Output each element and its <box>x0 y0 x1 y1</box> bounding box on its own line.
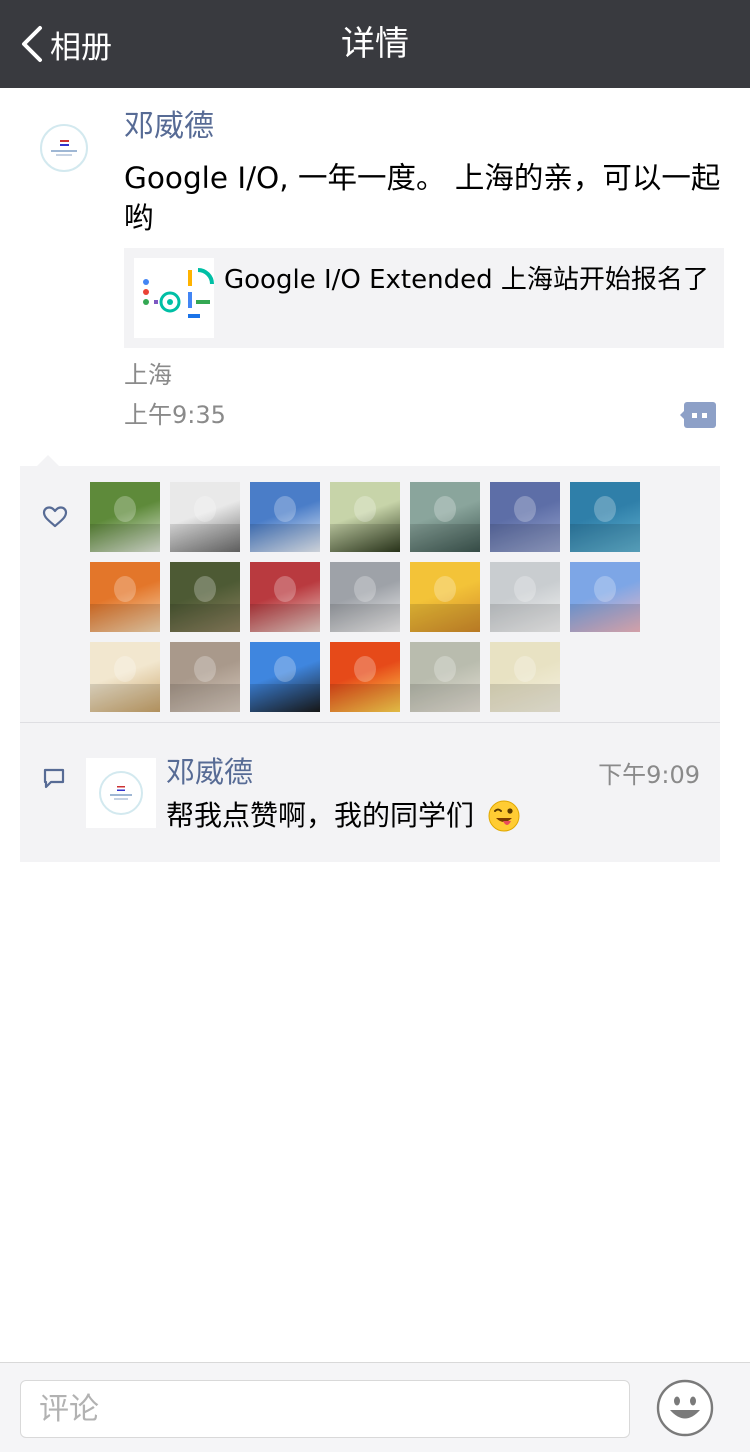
avatar-figure <box>434 576 456 602</box>
liker-avatar[interactable] <box>410 562 480 632</box>
liker-avatar[interactable] <box>90 562 160 632</box>
navigation-bar: 相册 详情 <box>0 0 750 88</box>
liker-avatar[interactable] <box>250 642 320 712</box>
avatar-figure <box>194 496 216 522</box>
liker-avatar[interactable] <box>490 642 560 712</box>
avatar-shade <box>90 524 160 552</box>
liker-avatar[interactable] <box>250 562 320 632</box>
avatar-figure <box>274 656 296 682</box>
avatar-shade <box>170 524 240 552</box>
post-author-avatar[interactable] <box>40 124 88 172</box>
avatar-figure <box>354 576 376 602</box>
liker-avatar[interactable] <box>570 562 640 632</box>
flag-icon <box>59 139 69 146</box>
post-text: Google I/O, 一年一度。 上海的亲，可以一起哟 <box>124 161 721 235</box>
liker-avatar[interactable] <box>170 482 240 552</box>
avatar-shade <box>330 524 400 552</box>
liker-avatar[interactable] <box>330 482 400 552</box>
avatar-shade <box>170 684 240 712</box>
liker-avatar[interactable] <box>410 482 480 552</box>
avatar-shade <box>490 524 560 552</box>
avatar-figure <box>354 656 376 682</box>
heart-outline-icon <box>42 506 68 528</box>
avatar-shade <box>250 684 320 712</box>
link-thumbnail <box>134 258 214 338</box>
likes-avatar-grid <box>90 482 650 712</box>
avatar-shade <box>410 684 480 712</box>
wink-tongue-emoji-icon <box>488 800 520 832</box>
avatar-shade <box>410 524 480 552</box>
liker-avatar[interactable] <box>410 642 480 712</box>
avatar-shade <box>410 604 480 632</box>
avatar-shade <box>570 524 640 552</box>
avatar-figure <box>354 496 376 522</box>
avatar-figure <box>434 656 456 682</box>
comment-input-bar <box>0 1362 750 1452</box>
comment-text[interactable]: 帮我点赞啊，我的同学们 <box>166 796 520 836</box>
liker-avatar[interactable] <box>250 482 320 552</box>
avatar-logo-line <box>114 797 128 800</box>
liker-avatar[interactable] <box>330 562 400 632</box>
avatar-shade <box>570 604 640 632</box>
more-actions-button[interactable] <box>680 402 716 428</box>
comment-bubble-icon <box>43 768 65 789</box>
post-author-name[interactable]: 邓威德 <box>124 106 214 148</box>
liker-avatar[interactable] <box>330 642 400 712</box>
avatar-figure <box>434 496 456 522</box>
liker-avatar[interactable] <box>490 562 560 632</box>
comment-body: 帮我点赞啊，我的同学们 <box>166 799 475 832</box>
link-title: Google I/O Extended 上海站开始报名了 <box>224 265 709 295</box>
avatar-shade <box>170 604 240 632</box>
comment-input[interactable] <box>20 1380 630 1438</box>
avatar-logo-line <box>56 153 72 156</box>
liker-avatar[interactable] <box>90 642 160 712</box>
shared-link-card[interactable]: Google I/O Extended 上海站开始报名了 <box>124 248 724 348</box>
avatar-shade <box>330 684 400 712</box>
avatar-logo-line <box>51 149 77 152</box>
avatar-figure <box>274 496 296 522</box>
avatar-shade <box>490 604 560 632</box>
avatar-shade <box>250 524 320 552</box>
post-timestamp: 上午9:35 <box>124 401 226 429</box>
avatar-shade <box>490 684 560 712</box>
panel-divider <box>20 722 720 723</box>
commenter-avatar[interactable] <box>86 758 156 828</box>
avatar-shade <box>90 604 160 632</box>
avatar-logo <box>99 771 143 815</box>
liker-avatar[interactable] <box>490 482 560 552</box>
avatar-figure <box>594 576 616 602</box>
smiley-face-icon[interactable] <box>656 1379 714 1437</box>
avatar-figure <box>514 576 536 602</box>
avatar-shade <box>90 684 160 712</box>
avatar-shade <box>330 604 400 632</box>
liker-avatar[interactable] <box>90 482 160 552</box>
avatar-figure <box>514 496 536 522</box>
liker-avatar[interactable] <box>570 482 640 552</box>
commenter-name[interactable]: 邓威德 <box>166 752 253 792</box>
avatar-figure <box>594 496 616 522</box>
avatar-figure <box>114 656 136 682</box>
avatar-figure <box>194 576 216 602</box>
avatar-logo-line <box>110 793 132 796</box>
liker-avatar[interactable] <box>170 642 240 712</box>
avatar-figure <box>514 656 536 682</box>
comment-dots-icon <box>680 402 716 428</box>
google-io-logo-icon <box>134 258 214 338</box>
flag-icon <box>117 785 125 791</box>
avatar-figure <box>114 496 136 522</box>
avatar-figure <box>194 656 216 682</box>
comment-timestamp: 下午9:09 <box>598 761 700 789</box>
avatar-figure <box>274 576 296 602</box>
avatar-shade <box>250 604 320 632</box>
post-location[interactable]: 上海 <box>124 358 172 392</box>
page-title: 详情 <box>341 24 409 64</box>
avatar-figure <box>114 576 136 602</box>
liker-avatar[interactable] <box>170 562 240 632</box>
